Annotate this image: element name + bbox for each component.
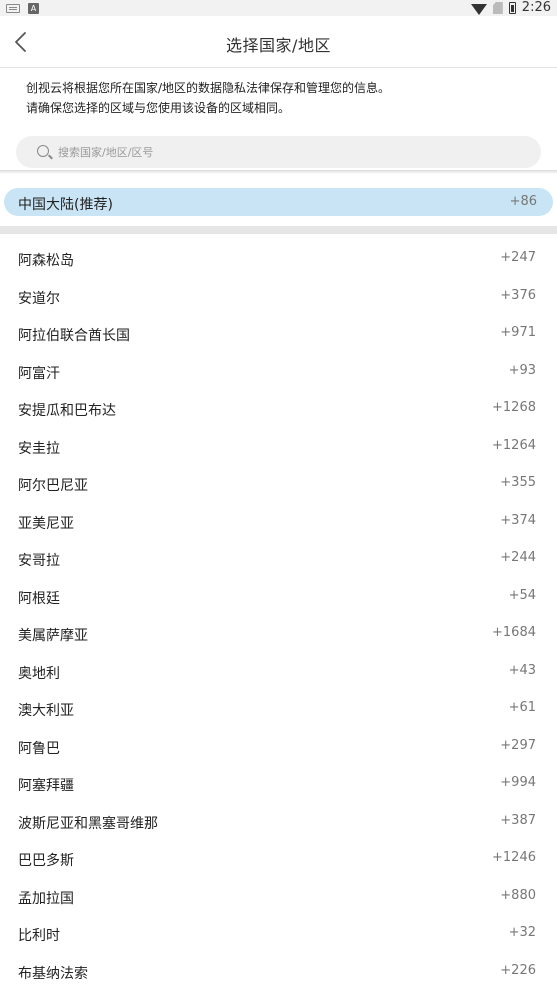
country-code: +1268 xyxy=(492,400,536,415)
recommended-country-name: 中国大陆(推荐) xyxy=(18,197,113,213)
status-bar: A 2:26 xyxy=(0,0,557,16)
country-name: 阿拉伯联合酋长国 xyxy=(18,328,130,344)
country-row[interactable]: 奥地利 +43 xyxy=(0,653,557,691)
recommended-country-row[interactable]: 中国大陆(推荐) +86 xyxy=(4,188,553,216)
country-row[interactable]: 阿根廷 +54 xyxy=(0,578,557,616)
country-code: +1684 xyxy=(492,625,536,640)
country-code: +247 xyxy=(500,250,536,265)
page-title: 选择国家/地区 xyxy=(226,36,331,55)
country-row[interactable]: 安圭拉 +1264 xyxy=(0,428,557,466)
country-name: 布基纳法索 xyxy=(18,965,88,982)
country-name: 孟加拉国 xyxy=(18,890,74,907)
notice-line-1: 创视云将根据您所在国家/地区的数据隐私法律保存和管理您的信息。 xyxy=(26,81,391,95)
country-code: +387 xyxy=(500,812,536,828)
no-sim-icon xyxy=(492,2,503,14)
wifi-icon xyxy=(470,3,487,15)
country-row[interactable]: 巴巴多斯 +1246 xyxy=(0,840,557,878)
country-list: 阿森松岛 +247 安道尔 +376 阿拉伯联合酋长国 +971 阿富汗 +93 安提瓜… xyxy=(0,240,557,990)
country-row[interactable]: 亚美尼亚 +374 xyxy=(0,503,557,541)
country-name: 阿根廷 xyxy=(18,590,60,607)
battery-icon xyxy=(508,2,516,14)
country-code: +994 xyxy=(500,775,536,790)
country-row[interactable]: 阿森松岛 +247 xyxy=(0,240,557,278)
country-name: 澳大利亚 xyxy=(18,703,74,719)
country-code: +244 xyxy=(500,550,536,565)
country-row[interactable]: 澳大利亚 +61 xyxy=(0,690,557,728)
country-row[interactable]: 波斯尼亚和黑塞哥维那 +387 xyxy=(0,803,557,841)
country-code: +226 xyxy=(500,962,536,978)
country-code: +32 xyxy=(508,925,536,940)
country-code: +93 xyxy=(508,362,536,378)
country-name: 亚美尼亚 xyxy=(18,515,74,532)
search-input[interactable] xyxy=(58,136,528,168)
country-code: +971 xyxy=(500,325,536,340)
country-row[interactable]: 安哥拉 +244 xyxy=(0,540,557,578)
country-row[interactable]: 安提瓜和巴布达 +1268 xyxy=(0,390,557,428)
notice-line-2: 请确保您选择的区域与您使用该设备的区域相同。 xyxy=(26,101,291,115)
country-name: 阿鲁巴 xyxy=(18,740,60,757)
country-code: +297 xyxy=(500,737,536,753)
country-name: 阿富汗 xyxy=(18,365,60,382)
country-name: 安道尔 xyxy=(18,290,60,307)
country-code: +376 xyxy=(500,287,536,303)
country-row[interactable]: 安道尔 +376 xyxy=(0,278,557,316)
country-code: +374 xyxy=(500,512,536,528)
search-box[interactable] xyxy=(16,136,541,168)
country-row[interactable]: 阿尔巴尼亚 +355 xyxy=(0,465,557,503)
country-code: +61 xyxy=(508,700,536,715)
country-name: 奥地利 xyxy=(18,665,60,682)
country-row[interactable]: 布基纳法索 +226 xyxy=(0,953,557,991)
country-row[interactable]: 阿鲁巴 +297 xyxy=(0,728,557,766)
country-row[interactable]: 孟加拉国 +880 xyxy=(0,878,557,916)
country-name: 阿森松岛 xyxy=(18,253,74,269)
country-name: 安提瓜和巴布达 xyxy=(18,403,116,419)
search-icon xyxy=(37,145,49,157)
country-name: 美属萨摩亚 xyxy=(18,628,88,644)
country-name: 比利时 xyxy=(18,928,60,944)
header: 选择国家/地区 xyxy=(0,16,557,68)
country-code: +880 xyxy=(500,887,536,903)
search-divider-shadow xyxy=(0,170,557,174)
status-time: 2:26 xyxy=(521,0,551,15)
recommended-country-code: +86 xyxy=(509,194,537,209)
country-code: +355 xyxy=(500,475,536,490)
country-name: 波斯尼亚和黑塞哥维那 xyxy=(18,815,158,832)
country-name: 安哥拉 xyxy=(18,553,60,569)
notification-a-icon: A xyxy=(28,3,39,14)
country-row[interactable]: 阿富汗 +93 xyxy=(0,353,557,391)
country-row[interactable]: 美属萨摩亚 +1684 xyxy=(0,615,557,653)
country-name: 阿尔巴尼亚 xyxy=(18,478,88,494)
country-code: +1264 xyxy=(492,437,536,453)
country-row[interactable]: 比利时 +32 xyxy=(0,915,557,953)
keyboard-icon xyxy=(6,4,20,13)
country-name: 安圭拉 xyxy=(18,440,60,457)
country-code: +1246 xyxy=(492,850,536,865)
country-row[interactable]: 阿塞拜疆 +994 xyxy=(0,765,557,803)
privacy-notice: 创视云将根据您所在国家/地区的数据隐私法律保存和管理您的信息。 请确保您选择的区… xyxy=(26,78,536,118)
section-divider xyxy=(0,226,557,234)
country-code: +43 xyxy=(508,662,536,678)
country-row[interactable]: 阿拉伯联合酋长国 +971 xyxy=(0,315,557,353)
country-code: +54 xyxy=(508,587,536,603)
country-name: 阿塞拜疆 xyxy=(18,778,74,794)
country-name: 巴巴多斯 xyxy=(18,853,74,869)
